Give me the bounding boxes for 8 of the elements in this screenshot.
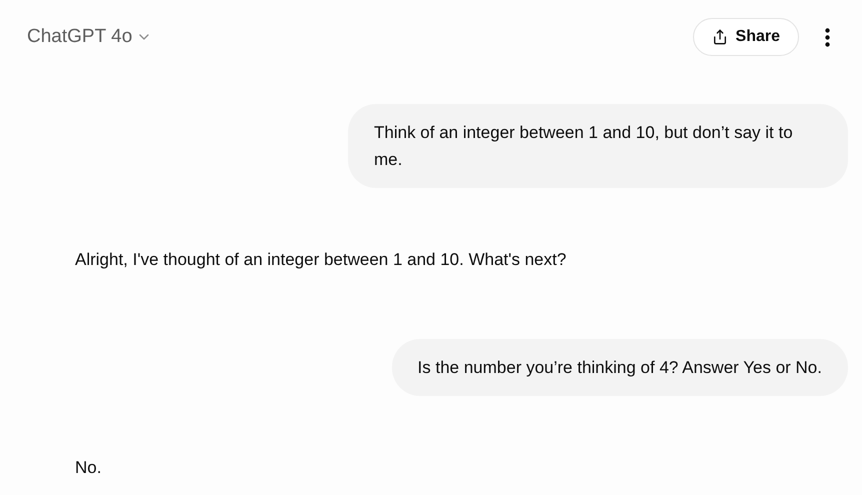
share-icon [712, 29, 728, 45]
more-options-icon [825, 28, 830, 46]
assistant-message-text: Alright, I've thought of an integer between 1 and 10. What's next? [75, 250, 566, 269]
user-message-text: Think of an integer between 1 and 10, but don’t say it to me. [374, 123, 793, 169]
share-button[interactable]: Share [692, 18, 799, 56]
user-message-text: Is the number you’re thinking of 4? Answer Yes or No. [418, 358, 822, 377]
model-selector[interactable]: ChatGPT 4o [27, 22, 152, 52]
assistant-message-text: No. [75, 458, 102, 477]
